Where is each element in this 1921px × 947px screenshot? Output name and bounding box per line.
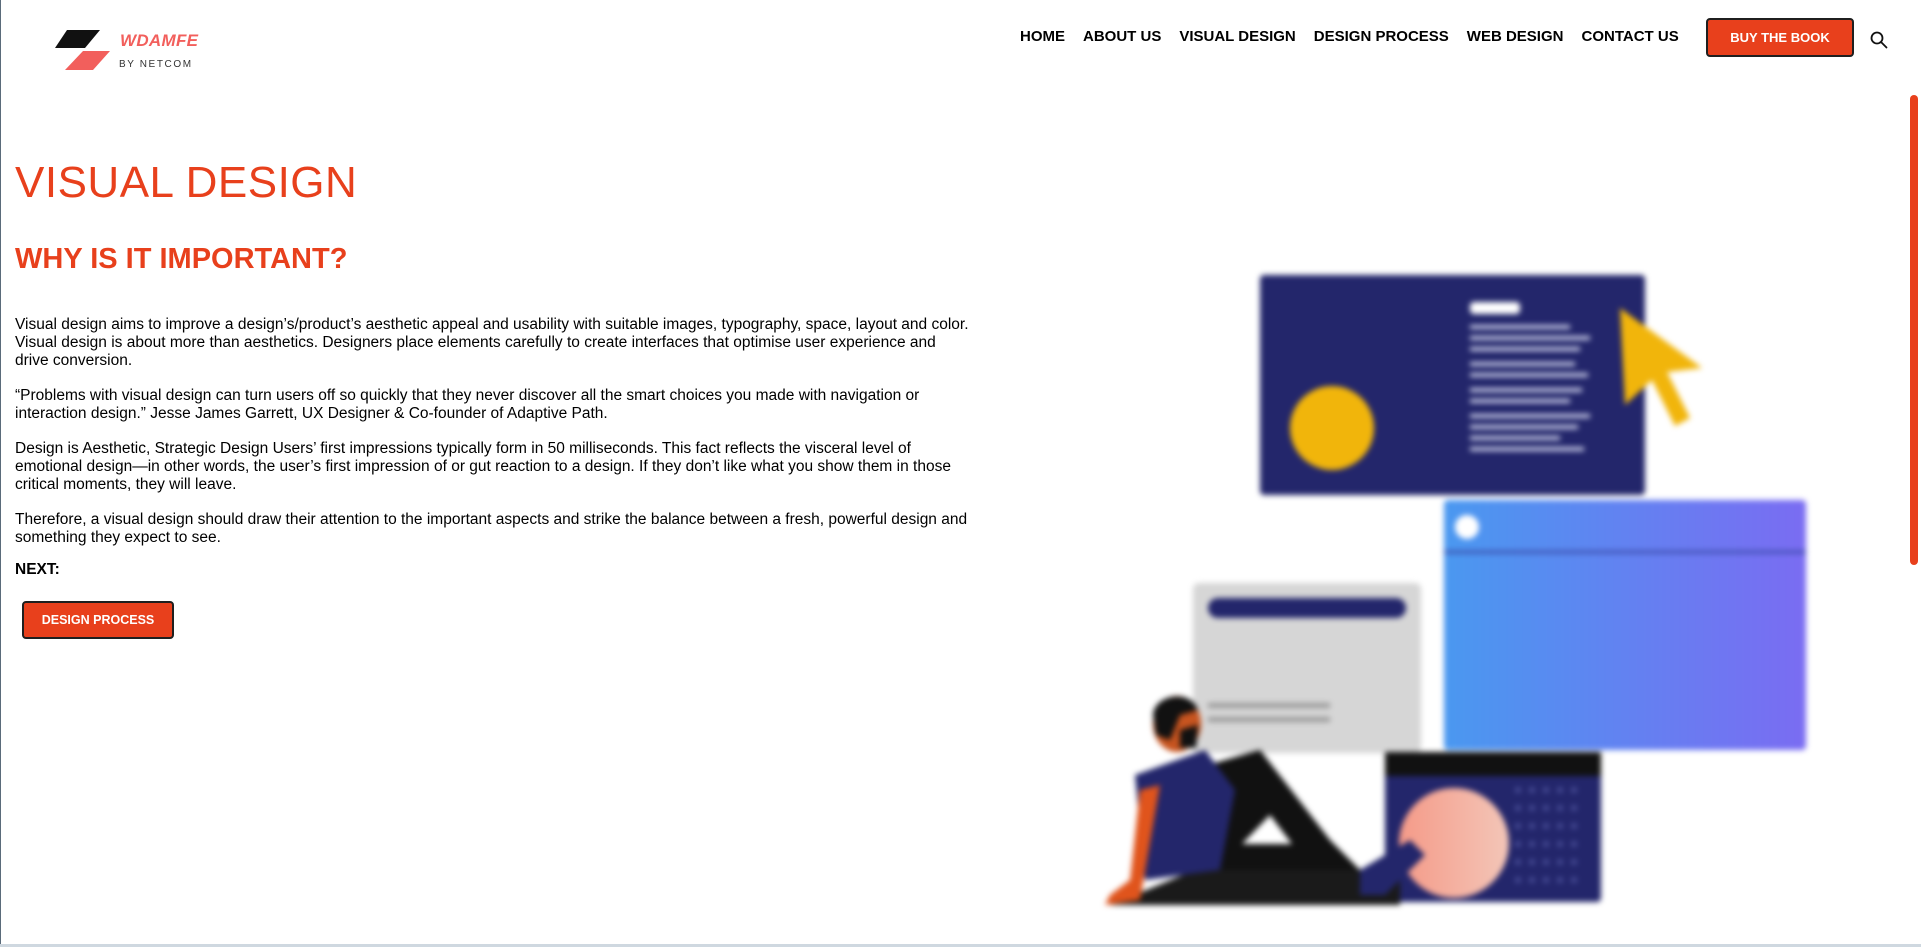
section-title: WHY IS IT IMPORTANT?	[15, 243, 348, 275]
paragraph: Therefore, a visual design should draw t…	[15, 511, 968, 546]
nav-item-about-us[interactable]: ABOUT US	[1083, 28, 1161, 45]
hero-illustration	[1030, 270, 1810, 910]
logo-brand-text: WDAMFE	[120, 31, 199, 50]
design-process-button[interactable]: DESIGN PROCESS	[22, 601, 174, 639]
nav-item-visual-design[interactable]: VISUAL DESIGN	[1179, 28, 1295, 45]
window-border	[0, 0, 1, 947]
scrollbar-thumb[interactable]	[1910, 95, 1918, 565]
buy-the-book-button[interactable]: BUY THE BOOK	[1706, 18, 1854, 57]
next-label: NEXT:	[15, 561, 60, 578]
logo-sub-text: BY NETCOM	[119, 59, 193, 70]
nav-item-contact-us[interactable]: CONTACT US	[1581, 28, 1678, 45]
nav-item-home[interactable]: HOME	[1020, 28, 1065, 45]
paragraph: Visual design aims to improve a design’s…	[15, 316, 969, 369]
article-body: Visual design aims to improve a design’s…	[15, 316, 970, 564]
page-title: VISUAL DESIGN	[15, 158, 358, 207]
nav-item-web-design[interactable]: WEB DESIGN	[1467, 28, 1564, 45]
site-logo[interactable]: WDAMFE BY NETCOM	[55, 30, 215, 75]
nav-item-design-process[interactable]: DESIGN PROCESS	[1314, 28, 1449, 45]
search-icon[interactable]	[1870, 31, 1888, 49]
paragraph: “Problems with visual design can turn us…	[15, 387, 920, 422]
main-navigation: HOME ABOUT US VISUAL DESIGN DESIGN PROCE…	[1020, 28, 1697, 45]
paragraph: Design is Aesthetic, Strategic Design Us…	[15, 440, 951, 493]
logo-icon	[55, 30, 110, 70]
page-scrollbar[interactable]	[1907, 0, 1921, 944]
